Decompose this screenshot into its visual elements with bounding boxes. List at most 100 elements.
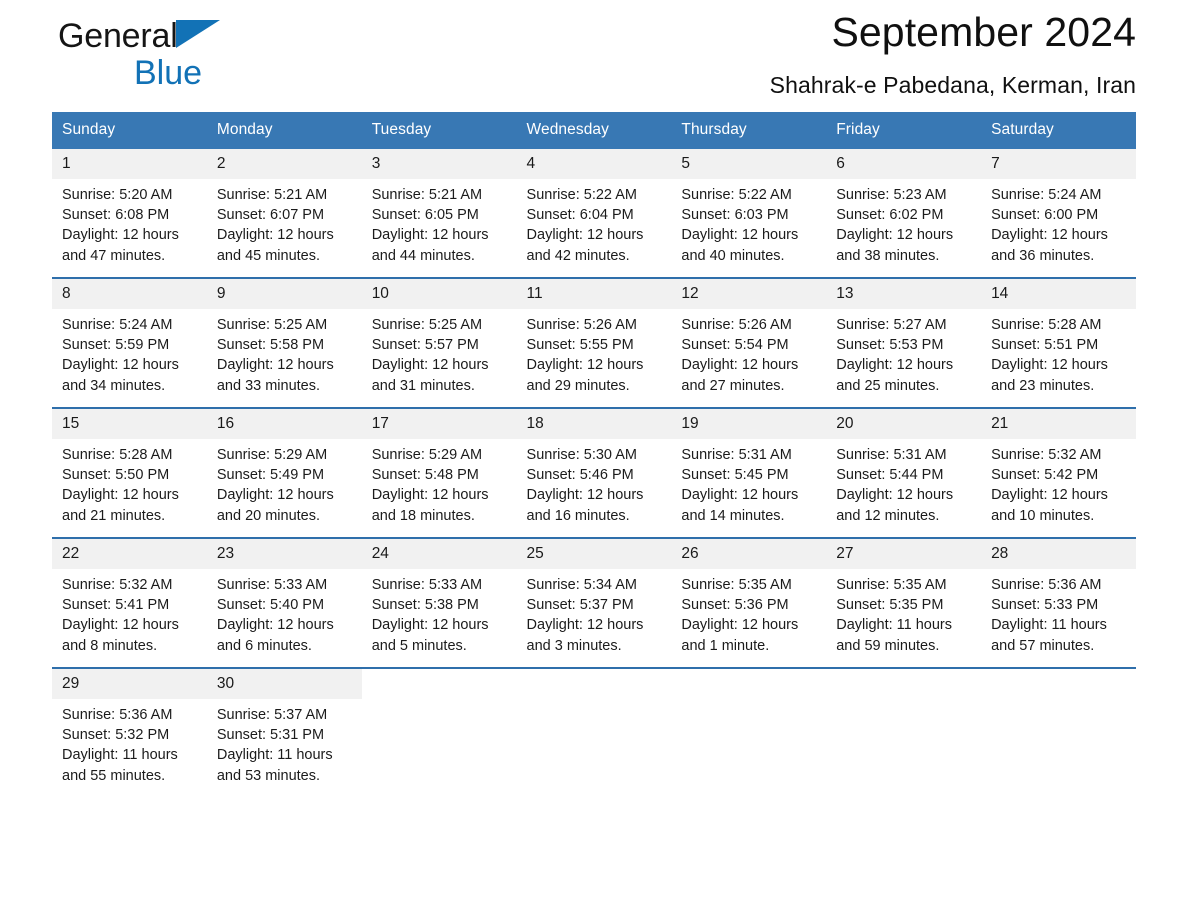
daylight-text-line1: Daylight: 12 hours: [216, 227, 334, 244]
sunrise-text: Sunrise: 5:35 AM: [681, 577, 792, 593]
day-cell[interactable]: 18 Sunrise: 5:30 AM Sunset: 5:46 PM Dayl…: [516, 407, 672, 538]
day-cell[interactable]: 29 Sunrise: 5:36 AM Sunset: 5:32 PM Dayl…: [52, 667, 207, 789]
daylight-text-line2: and 12 minutes.: [836, 507, 940, 524]
daylight-text-line2: and 47 minutes.: [62, 247, 166, 264]
day-cell[interactable]: 19 Sunrise: 5:31 AM Sunset: 5:45 PM Dayl…: [671, 407, 827, 538]
day-details: Sunrise: 5:32 AM Sunset: 5:42 PM Dayligh…: [981, 439, 1136, 526]
day-number: 26: [671, 539, 827, 569]
daylight-text-line2: and 33 minutes.: [216, 377, 321, 394]
day-details: Sunrise: 5:31 AM Sunset: 5:45 PM Dayligh…: [671, 439, 826, 526]
day-cell[interactable]: 17 Sunrise: 5:29 AM Sunset: 5:48 PM Dayl…: [361, 407, 517, 538]
day-cell[interactable]: 3 Sunrise: 5:21 AM Sunset: 6:05 PM Dayli…: [361, 149, 517, 278]
daylight-text-line1: Daylight: 12 hours: [526, 617, 644, 634]
sunrise-text: Sunrise: 5:28 AM: [991, 317, 1102, 333]
daylight-text-line1: Daylight: 12 hours: [526, 227, 644, 244]
calendar-week-row: 22 Sunrise: 5:32 AM Sunset: 5:41 PM Dayl…: [52, 537, 1136, 668]
sunrise-sunset-calendar: Sunday Monday Tuesday Wednesday Thursday…: [52, 112, 1136, 789]
day-details: Sunrise: 5:26 AM Sunset: 5:54 PM Dayligh…: [671, 309, 826, 396]
sunset-text: Sunset: 5:41 PM: [62, 597, 170, 614]
daylight-text-line2: and 6 minutes.: [216, 637, 312, 654]
general-blue-logo[interactable]: General Blue: [58, 16, 338, 102]
day-cell[interactable]: 7 Sunrise: 5:24 AM Sunset: 6:00 PM Dayli…: [981, 149, 1136, 278]
daylight-text-line2: and 27 minutes.: [681, 377, 785, 394]
sunset-text: Sunset: 5:51 PM: [991, 337, 1099, 354]
day-number: 28: [981, 539, 1136, 569]
day-cell[interactable]: 8 Sunrise: 5:24 AM Sunset: 5:59 PM Dayli…: [52, 277, 207, 408]
day-cell[interactable]: 25 Sunrise: 5:34 AM Sunset: 5:37 PM Dayl…: [516, 537, 672, 668]
day-cell[interactable]: 12 Sunrise: 5:26 AM Sunset: 5:54 PM Dayl…: [671, 277, 827, 408]
page-title: September 2024: [831, 9, 1136, 55]
daylight-text-line2: and 34 minutes.: [62, 377, 166, 394]
sunset-text: Sunset: 6:05 PM: [371, 207, 479, 224]
day-cell[interactable]: 11 Sunrise: 5:26 AM Sunset: 5:55 PM Dayl…: [516, 277, 672, 408]
day-cell[interactable]: 22 Sunrise: 5:32 AM Sunset: 5:41 PM Dayl…: [52, 537, 207, 668]
daylight-text-line2: and 55 minutes.: [62, 767, 166, 784]
day-details: Sunrise: 5:29 AM Sunset: 5:48 PM Dayligh…: [362, 439, 517, 526]
day-cell[interactable]: 27 Sunrise: 5:35 AM Sunset: 5:35 PM Dayl…: [826, 537, 982, 668]
day-cell[interactable]: 1 Sunrise: 5:20 AM Sunset: 6:08 PM Dayli…: [52, 149, 207, 278]
day-cell[interactable]: 9 Sunrise: 5:25 AM Sunset: 5:58 PM Dayli…: [206, 277, 362, 408]
daylight-text-line1: Daylight: 12 hours: [371, 227, 489, 244]
sunset-text: Sunset: 5:36 PM: [681, 597, 789, 614]
sunset-text: Sunset: 6:07 PM: [216, 207, 325, 224]
daylight-text-line1: Daylight: 12 hours: [991, 487, 1108, 504]
day-number: 1: [52, 149, 207, 179]
daylight-text-line2: and 20 minutes.: [216, 507, 321, 524]
weekday-header-friday: Friday: [826, 112, 982, 149]
day-cell[interactable]: 10 Sunrise: 5:25 AM Sunset: 5:57 PM Dayl…: [361, 277, 517, 408]
day-details: Sunrise: 5:29 AM Sunset: 5:49 PM Dayligh…: [207, 439, 362, 526]
day-cell[interactable]: 28 Sunrise: 5:36 AM Sunset: 5:33 PM Dayl…: [981, 537, 1136, 668]
day-cell[interactable]: 21 Sunrise: 5:32 AM Sunset: 5:42 PM Dayl…: [981, 407, 1136, 538]
daylight-text-line2: and 23 minutes.: [991, 377, 1095, 394]
sunrise-text: Sunrise: 5:25 AM: [216, 317, 328, 333]
daylight-text-line2: and 31 minutes.: [371, 377, 475, 394]
day-details: Sunrise: 5:24 AM Sunset: 5:59 PM Dayligh…: [52, 309, 207, 396]
day-details: Sunrise: 5:32 AM Sunset: 5:41 PM Dayligh…: [52, 569, 207, 656]
day-details: Sunrise: 5:22 AM Sunset: 6:03 PM Dayligh…: [671, 179, 826, 266]
daylight-text-line2: and 40 minutes.: [681, 247, 785, 264]
day-cell[interactable]: 13 Sunrise: 5:27 AM Sunset: 5:53 PM Dayl…: [826, 277, 982, 408]
day-number: 9: [206, 279, 362, 309]
daylight-text-line1: Daylight: 12 hours: [371, 357, 489, 374]
day-details: Sunrise: 5:31 AM Sunset: 5:44 PM Dayligh…: [826, 439, 981, 526]
day-details: Sunrise: 5:35 AM Sunset: 5:36 PM Dayligh…: [671, 569, 826, 656]
sunrise-text: Sunrise: 5:31 AM: [681, 447, 792, 463]
day-details: Sunrise: 5:36 AM Sunset: 5:32 PM Dayligh…: [52, 699, 207, 786]
day-cell[interactable]: 15 Sunrise: 5:28 AM Sunset: 5:50 PM Dayl…: [52, 407, 207, 538]
daylight-text-line1: Daylight: 12 hours: [836, 357, 954, 374]
daylight-text-line1: Daylight: 11 hours: [62, 747, 178, 764]
daylight-text-line2: and 36 minutes.: [991, 247, 1095, 264]
day-cell[interactable]: 16 Sunrise: 5:29 AM Sunset: 5:49 PM Dayl…: [206, 407, 362, 538]
sunrise-text: Sunrise: 5:32 AM: [991, 447, 1102, 463]
sunrise-text: Sunrise: 5:23 AM: [836, 187, 947, 203]
day-details: Sunrise: 5:26 AM Sunset: 5:55 PM Dayligh…: [517, 309, 672, 396]
daylight-text-line2: and 59 minutes.: [836, 637, 940, 654]
daylight-text-line2: and 10 minutes.: [991, 507, 1095, 524]
day-cell[interactable]: 2 Sunrise: 5:21 AM Sunset: 6:07 PM Dayli…: [206, 149, 362, 278]
sunrise-text: Sunrise: 5:29 AM: [371, 447, 483, 463]
day-cell[interactable]: 14 Sunrise: 5:28 AM Sunset: 5:51 PM Dayl…: [981, 277, 1136, 408]
daylight-text-line2: and 25 minutes.: [836, 377, 940, 394]
day-cell[interactable]: 23 Sunrise: 5:33 AM Sunset: 5:40 PM Dayl…: [206, 537, 362, 668]
sunset-text: Sunset: 5:49 PM: [216, 467, 325, 484]
day-details: Sunrise: 5:24 AM Sunset: 6:00 PM Dayligh…: [981, 179, 1136, 266]
logo-text-general: General: [58, 17, 178, 55]
sunrise-text: Sunrise: 5:31 AM: [836, 447, 947, 463]
day-cell[interactable]: 20 Sunrise: 5:31 AM Sunset: 5:44 PM Dayl…: [826, 407, 982, 538]
sunset-text: Sunset: 5:55 PM: [526, 337, 634, 354]
day-cell-empty: [361, 667, 517, 789]
daylight-text-line2: and 53 minutes.: [216, 767, 321, 784]
day-cell[interactable]: 26 Sunrise: 5:35 AM Sunset: 5:36 PM Dayl…: [671, 537, 827, 668]
daylight-text-line1: Daylight: 11 hours: [216, 747, 333, 764]
day-cell[interactable]: 5 Sunrise: 5:22 AM Sunset: 6:03 PM Dayli…: [671, 149, 827, 278]
day-cell[interactable]: 6 Sunrise: 5:23 AM Sunset: 6:02 PM Dayli…: [826, 149, 982, 278]
day-number: 23: [206, 539, 362, 569]
sunrise-text: Sunrise: 5:37 AM: [216, 707, 328, 723]
day-cell[interactable]: 30 Sunrise: 5:37 AM Sunset: 5:31 PM Dayl…: [206, 667, 362, 789]
day-number: 8: [52, 279, 207, 309]
day-cell[interactable]: 4 Sunrise: 5:22 AM Sunset: 6:04 PM Dayli…: [516, 149, 672, 278]
day-details: Sunrise: 5:37 AM Sunset: 5:31 PM Dayligh…: [207, 699, 362, 786]
day-cell[interactable]: 24 Sunrise: 5:33 AM Sunset: 5:38 PM Dayl…: [361, 537, 517, 668]
daylight-text-line2: and 44 minutes.: [371, 247, 475, 264]
sunset-text: Sunset: 5:50 PM: [62, 467, 170, 484]
